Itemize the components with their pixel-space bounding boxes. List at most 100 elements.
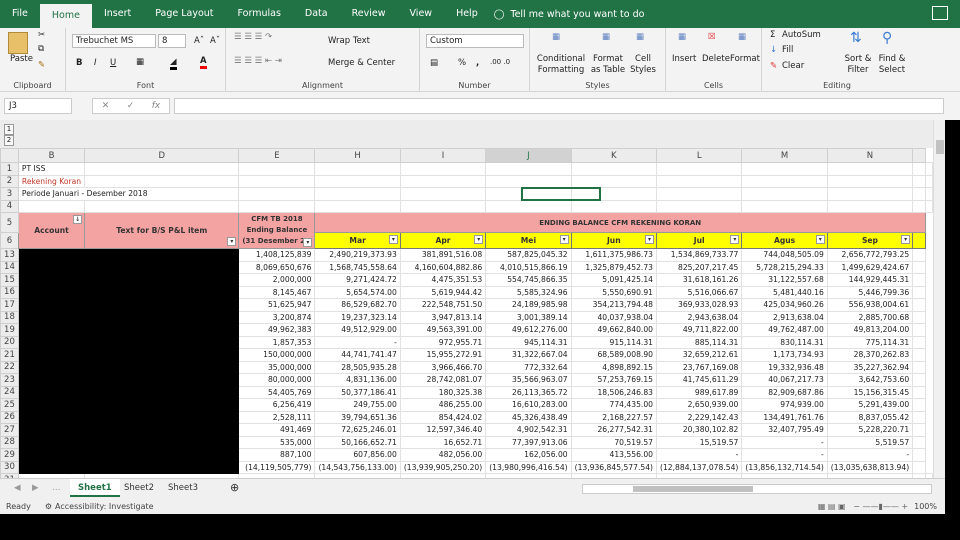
- cell[interactable]: [238, 162, 316, 176]
- cell-text-redacted[interactable]: [84, 248, 240, 262]
- cell[interactable]: [238, 199, 316, 213]
- cell-month-value[interactable]: (13,980,996,416.54): [485, 460, 572, 474]
- cell-month-value[interactable]: 1,173,734.93: [741, 348, 828, 362]
- cell-account-redacted[interactable]: [17, 335, 86, 349]
- accessibility-status[interactable]: Accessibility: Investigate: [55, 502, 154, 511]
- borders-icon[interactable]: ▦: [136, 57, 144, 67]
- cell-text-redacted[interactable]: [84, 398, 240, 412]
- cell-cfm-balance[interactable]: 51,625,947: [238, 298, 316, 312]
- cell[interactable]: [912, 285, 926, 299]
- cell-b1[interactable]: PT ISS: [17, 162, 86, 176]
- tell-me-search[interactable]: Tell me what you want to do: [510, 9, 644, 20]
- cell-month-value[interactable]: 4,902,542.31: [485, 423, 572, 437]
- cell-month-value[interactable]: 486,255.00: [399, 398, 487, 412]
- cell-cfm-balance[interactable]: 1,408,125,839: [238, 248, 316, 262]
- cell-month-value[interactable]: 144,929,445.31: [826, 273, 914, 287]
- filter-dropdown-icon[interactable]: ▾: [730, 235, 740, 244]
- cell[interactable]: [84, 174, 240, 188]
- cell-month-value[interactable]: 5,446,799.36: [826, 285, 914, 299]
- row-header[interactable]: 30: [0, 460, 19, 474]
- header-month-jun[interactable]: Jun ▾: [570, 232, 658, 249]
- sort-filter-dropdown-icon[interactable]: ↓: [73, 215, 83, 224]
- cell[interactable]: [485, 199, 572, 213]
- cell[interactable]: [741, 187, 828, 201]
- cell[interactable]: [912, 310, 926, 324]
- cell-month-value[interactable]: 50,166,652.71: [314, 435, 401, 449]
- cell-month-value[interactable]: 20,380,102.82: [655, 423, 743, 437]
- cell[interactable]: [912, 460, 926, 474]
- cell-month-value[interactable]: -: [741, 435, 828, 449]
- cell[interactable]: [912, 260, 926, 274]
- cell[interactable]: [912, 323, 926, 337]
- cell-month-value[interactable]: 49,612,276.00: [485, 323, 572, 337]
- cell[interactable]: [925, 162, 933, 176]
- cell-month-value[interactable]: -: [314, 335, 401, 349]
- cell-month-value[interactable]: (13,936,845,577.54): [570, 460, 658, 474]
- cell[interactable]: [912, 199, 926, 213]
- vertical-scrollbar[interactable]: [933, 120, 945, 480]
- cell-month-value[interactable]: -: [655, 448, 743, 462]
- row-header[interactable]: 29: [0, 448, 19, 462]
- horizontal-scrollbar[interactable]: [582, 484, 932, 494]
- number-format-select[interactable]: Custom: [426, 34, 524, 48]
- cell-month-value[interactable]: 5,228,220.71: [826, 423, 914, 437]
- cell-month-value[interactable]: 50,377,186.41: [314, 385, 401, 399]
- filter-dropdown-icon[interactable]: ▾: [815, 235, 825, 244]
- cell-month-value[interactable]: 134,491,761.76: [741, 410, 828, 424]
- cell-text-redacted[interactable]: [84, 310, 240, 324]
- outline-level-1[interactable]: 1: [4, 124, 14, 135]
- cell-month-value[interactable]: -: [826, 448, 914, 462]
- merge-center-button[interactable]: Merge & Center: [328, 58, 395, 68]
- row-header[interactable]: 28: [0, 435, 19, 449]
- cell-month-value[interactable]: 587,825,045.32: [485, 248, 572, 262]
- font-color-icon[interactable]: A: [200, 56, 207, 69]
- cell-month-value[interactable]: 2,913,638.04: [741, 310, 828, 324]
- clear-button[interactable]: Clear: [782, 61, 804, 71]
- cell[interactable]: [912, 373, 926, 387]
- cell-month-value[interactable]: 4,160,604,882.86: [399, 260, 487, 274]
- cell-month-value[interactable]: 3,642,753.60: [826, 373, 914, 387]
- fill-button[interactable]: Fill: [782, 45, 793, 55]
- filter-dropdown-icon[interactable]: ▾: [303, 238, 313, 247]
- cell-cfm-balance[interactable]: 80,000,000: [238, 373, 316, 387]
- cell-month-value[interactable]: (14,543,756,133.00): [314, 460, 401, 474]
- view-buttons[interactable]: ▦ ▤ ▣ − ——▮—— +: [818, 502, 908, 511]
- format-as-table-button[interactable]: Format as Table: [588, 54, 628, 76]
- cell[interactable]: [314, 187, 401, 201]
- spreadsheet-grid[interactable]: B D E H I J K L M N 1 PT ISS 2 Rekening Koran 3 Periode…: [0, 148, 933, 478]
- cell-text-redacted[interactable]: [84, 335, 240, 349]
- cell[interactable]: [925, 199, 933, 213]
- cell[interactable]: [741, 162, 828, 176]
- cell-month-value[interactable]: 854,424.02: [399, 410, 487, 424]
- cell-month-value[interactable]: 972,955.71: [399, 335, 487, 349]
- formula-input[interactable]: [174, 98, 944, 114]
- cell-month-value[interactable]: 607,856.00: [314, 448, 401, 462]
- insert-cells-button[interactable]: Insert: [672, 54, 696, 64]
- cell-month-value[interactable]: 974,939.00: [741, 398, 828, 412]
- cell-account-redacted[interactable]: [17, 248, 86, 262]
- cell-month-value[interactable]: 2,885,700.68: [826, 310, 914, 324]
- comma-button[interactable]: ,: [476, 58, 479, 68]
- cell[interactable]: [314, 174, 401, 188]
- cell-month-value[interactable]: 39,794,651.36: [314, 410, 401, 424]
- cell-month-value[interactable]: 45,326,438.49: [485, 410, 572, 424]
- column-header-J[interactable]: J: [485, 148, 572, 163]
- sheet-tab-sheet3[interactable]: Sheet3: [160, 479, 206, 497]
- cell[interactable]: [399, 162, 487, 176]
- cell[interactable]: [485, 174, 572, 188]
- cell[interactable]: [912, 435, 926, 449]
- cell-month-value[interactable]: 26,113,365.72: [485, 385, 572, 399]
- cell-text-redacted[interactable]: [84, 323, 240, 337]
- cell-month-value[interactable]: (13,035,638,813.94): [826, 460, 914, 474]
- cell-month-value[interactable]: 18,506,246.83: [570, 385, 658, 399]
- cell-month-value[interactable]: 49,762,487.00: [741, 323, 828, 337]
- column-header-K[interactable]: K: [570, 148, 658, 163]
- cell-month-value[interactable]: 32,659,212.61: [655, 348, 743, 362]
- cell-text-redacted[interactable]: [84, 273, 240, 287]
- cell-month-value[interactable]: (13,856,132,714.54): [741, 460, 828, 474]
- cell[interactable]: [399, 187, 487, 201]
- cell-month-value[interactable]: 1,499,629,424.67: [826, 260, 914, 274]
- find-select-button[interactable]: Find & Select: [874, 54, 910, 76]
- cell-account-redacted[interactable]: [17, 360, 86, 374]
- cell[interactable]: [912, 273, 926, 287]
